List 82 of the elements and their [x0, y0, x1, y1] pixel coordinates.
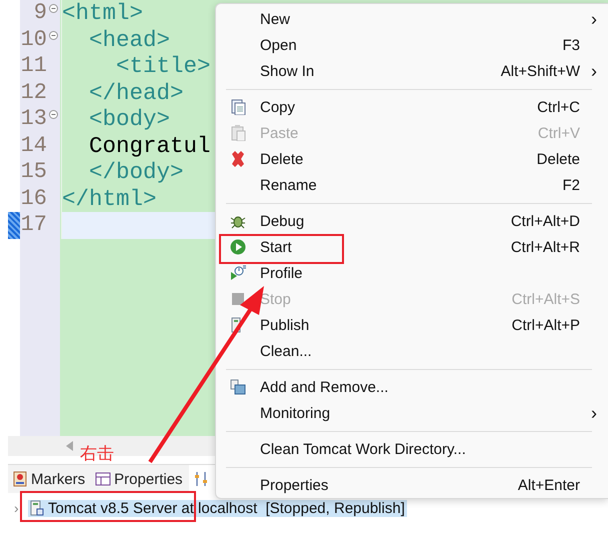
menu-item-label: Debug [260, 212, 306, 230]
menu-item-label: Profile [260, 264, 304, 282]
code-text: Congratul [88, 132, 211, 159]
menu-item[interactable]: Start Ctrl+Alt+R [216, 234, 608, 260]
server-item[interactable]: Tomcat v8.5 Server at localhost [Stopped, Republish] [28, 500, 407, 516]
menu-item-label: Publish [260, 316, 310, 334]
panel-tab[interactable]: Properties [91, 465, 189, 493]
copy-icon [230, 99, 246, 115]
menu-item-label: Monitoring [260, 404, 332, 422]
markers-icon [12, 471, 28, 487]
line-number: 9 [34, 0, 47, 26]
code-text: </head> [88, 80, 184, 106]
submenu-arrow: › [590, 402, 598, 424]
code-text: </body> [88, 159, 184, 186]
menu-item[interactable]: Delete Delete [216, 146, 608, 172]
fold-icon[interactable] [49, 4, 58, 14]
expand-toggle[interactable]: › [14, 500, 28, 516]
server-icon [30, 500, 44, 516]
menu-item[interactable]: Copy Ctrl+C [216, 94, 608, 120]
menu-item-label: Paste [260, 124, 300, 142]
menu-item[interactable]: Profile [216, 260, 608, 286]
fold-icon[interactable] [49, 110, 58, 120]
stopwatch-icon [230, 265, 246, 281]
folder-icon [230, 379, 246, 395]
menu-item-label: Rename [260, 176, 318, 194]
menu-item-label: Start [260, 238, 293, 256]
sliders-icon [192, 471, 209, 487]
shortcut-text: Ctrl+V [538, 124, 580, 142]
line-number: 11 [20, 53, 47, 80]
menu-item-label: Properties [260, 476, 330, 494]
menu-item[interactable]: Add and Remove... [216, 374, 608, 400]
stop-icon [230, 291, 246, 307]
code-text: <head> [88, 26, 170, 53]
menu-item[interactable]: Debug Ctrl+Alt+D [216, 208, 608, 234]
play-icon [230, 239, 246, 255]
menu-item[interactable]: Clean... [216, 338, 608, 364]
line-number: 15 [20, 159, 47, 186]
shortcut-text: Alt+Shift+W [500, 62, 580, 80]
menu-item-label: Add and Remove... [260, 378, 390, 396]
line-number: 10 [20, 26, 47, 53]
delete-icon [230, 151, 246, 167]
menu-item[interactable]: Show In Alt+Shift+W › [216, 58, 608, 84]
line-number: 13 [20, 106, 47, 132]
line-number: 16 [20, 186, 47, 212]
line-number: 17 [20, 212, 47, 238]
menu-item-label: Copy [260, 98, 296, 116]
code-text: <html> [62, 0, 144, 26]
shortcut-text: Ctrl+C [537, 98, 580, 116]
fold-icon[interactable] [49, 30, 58, 40]
table-icon [95, 471, 112, 487]
line-number: 12 [20, 80, 47, 106]
menu-item[interactable]: Rename F2 [216, 172, 608, 198]
code-text: </html> [62, 186, 157, 212]
paste-icon [230, 125, 246, 141]
line-number: 14 [20, 132, 47, 159]
shortcut-text: Ctrl+Alt+S [512, 290, 580, 308]
shortcut-text: Ctrl+Alt+D [510, 212, 580, 230]
menu-item-label: New [260, 10, 292, 28]
menu-item[interactable]: Properties Alt+Enter [216, 472, 608, 498]
shortcut-text: Ctrl+Alt+P [512, 316, 580, 334]
shortcut-text: F2 [562, 176, 580, 194]
menu-item-label: Clean... [260, 342, 313, 360]
menu-item[interactable]: Publish Ctrl+Alt+P [216, 312, 608, 338]
code-text: <title> [115, 53, 211, 80]
code-text: <body> [88, 106, 170, 132]
menu-item-label: Show In [260, 62, 316, 80]
shortcut-text: Alt+Enter [518, 476, 580, 494]
menu-item-label: Delete [260, 150, 304, 168]
submenu-arrow: › [590, 60, 598, 82]
menu-item[interactable]: Open F3 [216, 32, 608, 58]
menu-item-label: Open [260, 36, 298, 54]
menu-item-label: Stop [260, 290, 292, 308]
annotation-note: 右击 [80, 443, 114, 465]
shortcut-text: Ctrl+Alt+R [510, 238, 580, 256]
menu-item[interactable]: New › [216, 6, 608, 32]
panel-tab[interactable]: Markers [8, 465, 92, 493]
menu-item-label: Clean Tomcat Work Directory... [260, 440, 467, 458]
menu-item[interactable]: Monitoring › [216, 400, 608, 426]
menu-item[interactable]: Clean Tomcat Work Directory... [216, 436, 608, 462]
submenu-arrow: › [590, 8, 598, 30]
shortcut-text: F3 [562, 36, 580, 54]
shortcut-text: Delete [536, 150, 580, 168]
